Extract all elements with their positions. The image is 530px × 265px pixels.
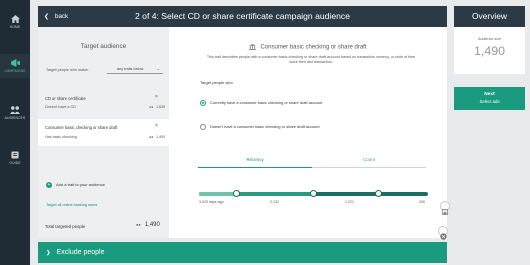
tab-recency[interactable]: Recency — [198, 157, 312, 168]
trait-item-selected[interactable]: Consumer basic checking or share draft ×… — [38, 119, 169, 146]
radio-label: Doesn't have a consumer basic checking o… — [210, 124, 320, 130]
radio-no-account[interactable]: Doesn't have a consumer basic checking o… — [200, 124, 320, 130]
nav-guide-label: GUIDE — [9, 161, 21, 165]
total-targeted-value: ●● 1,490 — [136, 222, 160, 228]
exclude-label: Exclude people — [56, 249, 105, 256]
audience-size-label: Audience size — [478, 37, 501, 41]
chevron-right-icon: ❯ — [46, 250, 51, 256]
slider-tick: 330 — [419, 200, 425, 204]
home-icon — [10, 15, 20, 23]
slider-tick: 3,023 days ago — [199, 200, 224, 204]
trait-count-value: 1,490 — [156, 135, 165, 139]
remove-trait-icon[interactable]: × — [155, 123, 158, 129]
radio-has-account[interactable]: Currently have a consumer basic checking… — [200, 100, 322, 106]
next-button[interactable]: Next Select ads — [454, 87, 525, 110]
trait-detail: Doesn't have a CD — [45, 105, 76, 109]
trait-detail: Has basic checking — [45, 135, 77, 139]
nav-item-campaigns[interactable]: CAMPAIGNS — [0, 54, 30, 78]
close-button[interactable] — [438, 226, 448, 240]
trait-description: This trait describes people with a consu… — [206, 55, 416, 65]
trait-detail-title: Consumer basic checking or share draft — [169, 44, 447, 51]
slider-handle-middle[interactable] — [310, 190, 317, 197]
trait-count: ●● 1,490 — [149, 135, 165, 139]
save-button[interactable] — [440, 201, 450, 216]
total-value: 1,490 — [144, 222, 160, 228]
trait-count: ●● 1,635 — [149, 105, 165, 109]
chevron-down-icon: ⌄ — [156, 66, 160, 71]
next-button-subtitle: Select ads — [479, 99, 500, 104]
trait-name: CD or share certificate — [45, 96, 86, 101]
guide-icon — [11, 151, 19, 159]
radio-label: Currently have a consumer basic checking… — [210, 100, 323, 106]
trait-item[interactable]: CD or share certificate × Doesn't have a… — [38, 90, 169, 116]
match-label: Target people who match — [46, 68, 89, 72]
bank-icon — [249, 44, 257, 50]
overview-title: Overview — [454, 6, 525, 27]
slider-tick: 1,221 — [345, 200, 354, 204]
add-trait-button[interactable]: + Add a trait to your audience — [46, 182, 105, 188]
nav-item-audiences[interactable]: AUDIENCES — [0, 101, 30, 125]
radio-dot — [200, 124, 206, 130]
match-select[interactable]: any traits below ⌄ — [107, 65, 163, 74]
nav-item-guide[interactable]: GUIDE — [0, 146, 30, 170]
target-who-label: Target people who — [200, 80, 233, 85]
target-audience-title: Target audience — [80, 43, 127, 50]
wizard-header: ❮ back 2 of 4: Select CD or share certifi… — [38, 6, 447, 27]
slider-range-low — [199, 192, 237, 196]
campaigns-icon — [10, 59, 20, 67]
page-title: 2 of 4: Select CD or share certificate c… — [135, 11, 350, 21]
slider-tick: 2,132 — [270, 200, 279, 204]
target-audience-panel: Target audience Target people who match … — [38, 27, 169, 238]
nav-item-home[interactable]: HOME — [0, 10, 30, 34]
slider-handle-end[interactable] — [375, 190, 382, 197]
radio-dot — [200, 100, 206, 106]
audience-size-value: 1,490 — [473, 44, 505, 58]
exclude-people-bar[interactable]: ❯ Exclude people — [38, 242, 447, 263]
add-trait-label: Add a trait to your audience — [56, 182, 105, 188]
overview-panel: Audience size 1,490 — [454, 27, 525, 74]
target-all-link[interactable]: Target all online banking users — [46, 203, 97, 207]
detail-title-text: Consumer basic checking or share draft — [260, 44, 367, 51]
remove-trait-icon[interactable]: × — [155, 94, 158, 100]
match-select-value: any traits below — [117, 67, 144, 71]
trait-count-value: 1,635 — [156, 105, 165, 109]
people-icon: ●● — [149, 105, 154, 109]
left-nav: HOME CAMPAIGNS AUDIENCES GUIDE — [0, 0, 30, 265]
close-icon — [439, 233, 447, 240]
plus-icon: + — [46, 182, 52, 188]
audiences-icon — [10, 106, 20, 114]
audience-card: Target audience Target people who match … — [38, 27, 447, 238]
total-targeted-label: Total targeted people — [45, 224, 86, 229]
save-icon — [441, 208, 449, 216]
next-button-title: Next — [484, 92, 495, 97]
slider-handle-start[interactable] — [233, 190, 240, 197]
nav-campaigns-label: CAMPAIGNS — [4, 69, 26, 73]
slider-range-selected — [237, 192, 314, 196]
nav-audiences-label: AUDIENCES — [4, 116, 26, 120]
trait-name: Consumer basic checking or share draft — [45, 125, 118, 130]
people-icon: ●● — [149, 135, 154, 139]
tab-count[interactable]: Count — [312, 157, 426, 168]
people-icon: ●● — [136, 222, 141, 227]
nav-home-label: HOME — [9, 25, 21, 29]
